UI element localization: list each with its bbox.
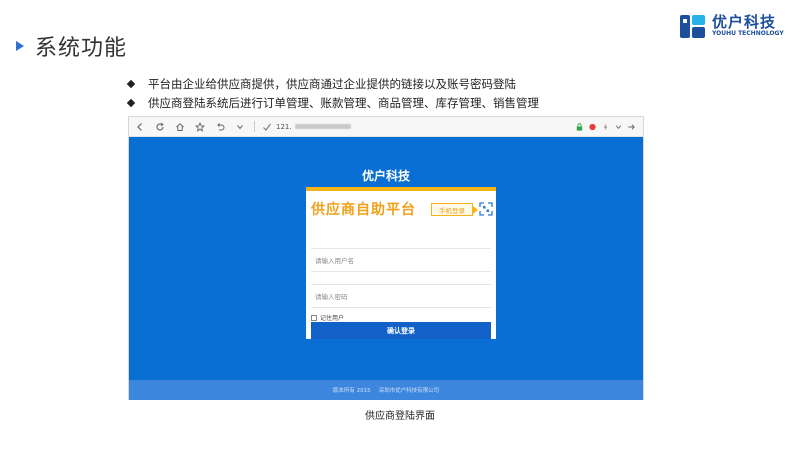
- remember-user[interactable]: 记住用户: [311, 313, 344, 322]
- company-logo: 优户科技 YOUHU TECHNOLOGY: [679, 12, 794, 40]
- home-icon[interactable]: [174, 121, 186, 133]
- star-icon[interactable]: [194, 121, 206, 133]
- slide-title-text: 系统功能: [35, 36, 128, 61]
- remember-label: 记住用户: [320, 315, 345, 322]
- browser-toolbar: 121.: [129, 117, 643, 137]
- username-input[interactable]: 请输入用户名: [311, 248, 491, 272]
- lock-icon[interactable]: [575, 121, 584, 133]
- bullet-text: 平台由企业给供应商提供，供应商通过企业提供的链接以及账号密码登陆: [148, 76, 516, 91]
- remember-checkbox[interactable]: [311, 314, 317, 321]
- flash-icon[interactable]: [601, 121, 610, 133]
- extension-icon[interactable]: [588, 121, 597, 133]
- logo-mark-icon: [680, 14, 705, 38]
- forward-arrow-icon[interactable]: [627, 121, 636, 133]
- mobile-login-button[interactable]: 手机登录: [431, 203, 478, 216]
- portal-site-title: 优户科技: [361, 169, 410, 183]
- dropdown-chevron-icon[interactable]: [614, 121, 623, 133]
- toolbar-divider: [254, 121, 255, 132]
- browser-screenshot: 121. 优户科技 供应商自助平台 手机登录 请输入用户名 请输入密码 记住用户…: [128, 116, 644, 400]
- site-check-icon: [261, 121, 273, 133]
- login-card: 供应商自助平台 手机登录 请输入用户名 请输入密码 记住用户 确认登录: [306, 187, 496, 339]
- address-bar[interactable]: 121.: [276, 123, 351, 131]
- feature-bullets: 平台由企业给供应商提供，供应商通过企业提供的链接以及账号密码登陆 供应商登陆系统…: [126, 74, 539, 112]
- url-prefix: 121.: [276, 122, 292, 131]
- bullet-text: 供应商登陆系统后进行订单管理、账款管理、商品管理、库存管理、销售管理: [148, 95, 539, 110]
- url-redacted: [294, 124, 351, 129]
- footer-copyright: 版本所有 2015: [332, 388, 371, 394]
- logo-name-en: YOUHU TECHNOLOGY: [712, 30, 784, 37]
- footer-company: 深圳市优户科技有限公司: [378, 388, 440, 394]
- refresh-icon[interactable]: [154, 121, 166, 133]
- diamond-bullet-icon: [126, 98, 136, 107]
- back-icon[interactable]: [134, 121, 146, 133]
- platform-title: 供应商自助平台: [311, 202, 416, 218]
- bullet-item: 平台由企业给供应商提供，供应商通过企业提供的链接以及账号密码登陆: [126, 74, 539, 93]
- login-page-footer: 版本所有 2015 深圳市优户科技有限公司: [129, 380, 643, 400]
- qr-code-icon[interactable]: [479, 202, 493, 216]
- chevron-down-icon[interactable]: [234, 121, 246, 133]
- slide-title: 系统功能: [16, 33, 128, 61]
- title-arrow-icon: [16, 41, 24, 51]
- password-input[interactable]: 请输入密码: [311, 284, 491, 308]
- diamond-bullet-icon: [126, 79, 136, 88]
- undo-icon[interactable]: [214, 121, 226, 133]
- bullet-item: 供应商登陆系统后进行订单管理、账款管理、商品管理、库存管理、销售管理: [126, 93, 539, 112]
- login-page: 优户科技 供应商自助平台 手机登录 请输入用户名 请输入密码 记住用户 确认登录: [129, 137, 643, 380]
- toolbar-right-group: [573, 121, 638, 133]
- confirm-login-button[interactable]: 确认登录: [311, 322, 491, 339]
- figure-caption: 供应商登陆界面: [365, 411, 435, 422]
- logo-name-cn: 优户科技: [712, 13, 777, 31]
- login-card-header: 供应商自助平台 手机登录: [306, 191, 496, 223]
